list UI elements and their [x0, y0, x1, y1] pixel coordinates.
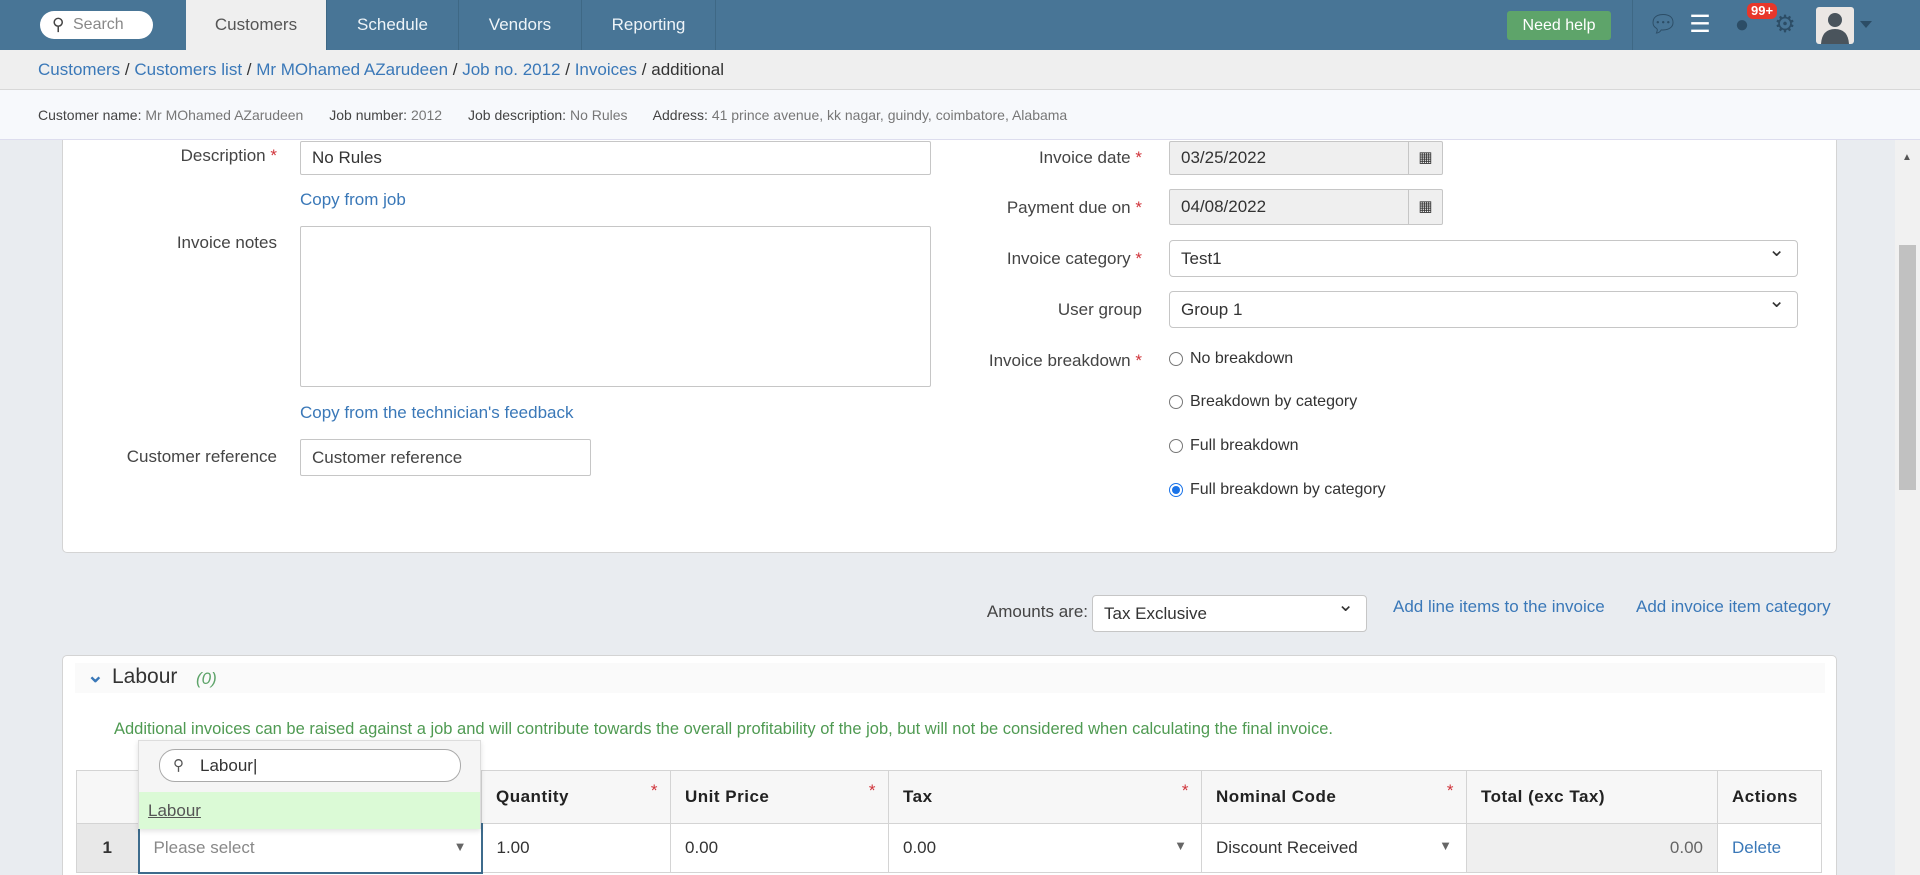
invoice-notes-textarea[interactable]: [300, 226, 931, 387]
need-help-button[interactable]: Need help: [1507, 11, 1611, 40]
crumb-customers[interactable]: Customers: [38, 60, 120, 79]
row-number: 1: [76, 823, 139, 873]
unit-price-input[interactable]: 0.00: [670, 823, 889, 873]
tax-select[interactable]: 0.00 ▼: [888, 823, 1202, 873]
customer-reference-label: Customer reference: [126, 447, 277, 466]
invoice-notes-label: Invoice notes: [176, 233, 277, 252]
calendar-icon[interactable]: ▦: [1408, 142, 1442, 174]
calendar-icon[interactable]: ▦: [1408, 190, 1442, 224]
radio-breakdown-by-category[interactable]: Breakdown by category: [1169, 393, 1357, 411]
tab-vendors[interactable]: Vendors: [459, 0, 582, 50]
add-line-items-link[interactable]: Add line items to the invoice: [1393, 597, 1605, 617]
chat-icon[interactable]: 💬︎: [1648, 10, 1678, 40]
customer-name-label: Customer name:: [38, 107, 142, 123]
labour-count: (0): [196, 669, 217, 688]
scrollbar-thumb[interactable]: [1899, 245, 1916, 490]
delete-link[interactable]: Delete: [1717, 823, 1822, 873]
job-number: 2012: [410, 107, 443, 123]
user-group-select[interactable]: Group 1: [1169, 288, 1798, 328]
gear-icon[interactable]: ⚙: [1770, 10, 1800, 40]
search-icon: ⚲: [52, 15, 65, 34]
invoice-breakdown-label: Invoice breakdown *: [988, 351, 1142, 370]
description-label: Description *: [180, 146, 277, 165]
customer-name: Mr MOhamed AZarudeen: [145, 107, 304, 123]
crumb-invoices[interactable]: Invoices: [575, 60, 637, 79]
search-box[interactable]: ⚲ Search: [40, 11, 153, 39]
dropdown-option-labour[interactable]: Labour: [139, 792, 480, 829]
amounts-select[interactable]: Tax Exclusive: [1092, 592, 1367, 632]
col-quantity: Quantity *: [481, 770, 671, 824]
scrollbar[interactable]: ▲: [1895, 140, 1920, 875]
radio-full-breakdown[interactable]: Full breakdown: [1169, 437, 1299, 455]
description-input[interactable]: No Rules: [300, 141, 931, 175]
tab-reporting[interactable]: Reporting: [582, 0, 716, 50]
dropdown-arrow-icon: ▼: [1439, 838, 1452, 853]
user-group-label: User group: [1057, 300, 1142, 319]
copy-from-job-link[interactable]: Copy from job: [300, 190, 406, 210]
breadcrumb: Customers / Customers list / Mr MOhamed …: [0, 50, 1920, 90]
invoice-date-label: Invoice date *: [1038, 148, 1142, 167]
dropdown-search-input[interactable]: ⚲ Labour|: [159, 749, 461, 782]
dropdown-arrow-icon: ▼: [453, 838, 467, 854]
scroll-up-icon: ▲: [1902, 152, 1912, 163]
crumb-job[interactable]: Job no. 2012: [462, 60, 560, 79]
crumb-customer[interactable]: Mr MOhamed AZarudeen: [256, 60, 448, 79]
job-number-label: Job number:: [329, 107, 408, 123]
payment-due-label: Payment due on *: [1006, 198, 1142, 217]
search-icon: ⚲: [173, 757, 184, 774]
table-row: 1 Please select ▼ 1.00 0.00 0.00 ▼ Discoun…: [76, 822, 1822, 874]
labour-title: Labour: [112, 665, 178, 688]
user-icon: [1821, 13, 1849, 44]
dropdown-arrow-icon: ▼: [1174, 838, 1187, 853]
caret-down-icon[interactable]: [1860, 21, 1872, 34]
job-description: No Rules: [569, 107, 628, 123]
col-total: Total (exc Tax): [1466, 770, 1718, 824]
col-tax: Tax *: [888, 770, 1202, 824]
invoice-category-select[interactable]: Test1: [1169, 237, 1798, 277]
amounts-are-label: Amounts are:: [986, 602, 1088, 621]
quantity-input[interactable]: 1.00: [481, 823, 671, 873]
chevron-down-icon[interactable]: ⌄: [87, 663, 104, 688]
address: 41 prince avenue, kk nagar, guindy, coim…: [711, 107, 1068, 123]
top-nav: ⚲ Search Customers Schedule Vendors Repor…: [0, 0, 1920, 50]
total-value: 0.00: [1466, 823, 1718, 873]
job-info-bar: Customer name: Mr MOhamed AZarudeen Job …: [0, 90, 1920, 140]
crumb-customers-list[interactable]: Customers list: [134, 60, 242, 79]
radio-full-breakdown-by-category[interactable]: Full breakdown by category: [1169, 481, 1386, 499]
invoice-date-input[interactable]: 03/25/2022 ▦: [1169, 141, 1443, 175]
customer-reference-input[interactable]: Customer reference: [300, 439, 591, 476]
payment-due-value: 04/08/2022: [1181, 197, 1267, 216]
copy-feedback-link[interactable]: Copy from the technician's feedback: [300, 403, 574, 423]
add-category-link[interactable]: Add invoice item category: [1636, 597, 1831, 617]
additional-invoice-note: Additional invoices can be raised agains…: [114, 720, 1333, 738]
col-unit-price: Unit Price *: [670, 770, 889, 824]
invoice-category-label: Invoice category *: [1006, 249, 1142, 268]
payment-due-input[interactable]: 04/08/2022 ▦: [1169, 189, 1443, 225]
item-dropdown: ⚲ Labour| Labour: [138, 740, 481, 829]
col-actions: Actions: [1717, 770, 1822, 824]
item-select[interactable]: Please select ▼: [137, 822, 483, 874]
nominal-code-select[interactable]: Discount Received ▼: [1201, 823, 1467, 873]
avatar[interactable]: [1816, 7, 1854, 44]
address-label: Address:: [652, 107, 708, 123]
labour-header[interactable]: ⌄ Labour (0): [75, 663, 1825, 693]
radio-no-breakdown[interactable]: No breakdown: [1169, 350, 1293, 368]
col-nominal-code: Nominal Code *: [1201, 770, 1467, 824]
tab-customers[interactable]: Customers: [186, 0, 327, 50]
list-icon[interactable]: ☰: [1685, 10, 1715, 40]
search-placeholder: Search: [73, 16, 124, 33]
invoice-date-value: 03/25/2022: [1181, 148, 1267, 167]
col-number: [76, 770, 139, 824]
crumb-current: additional: [651, 60, 725, 79]
job-description-label: Job description:: [468, 107, 567, 123]
tab-schedule[interactable]: Schedule: [327, 0, 459, 50]
